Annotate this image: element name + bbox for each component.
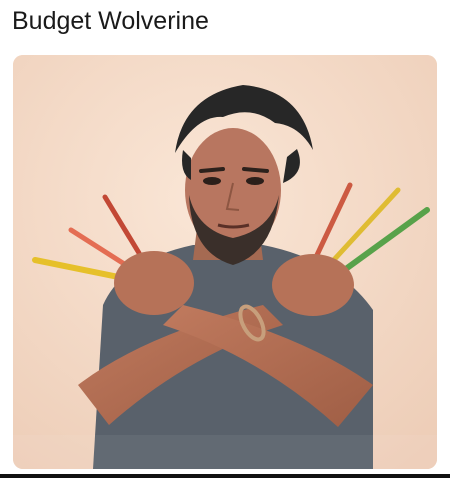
right-eye (246, 177, 264, 185)
left-fist (114, 251, 194, 315)
next-post-edge (0, 474, 450, 478)
meme-photo[interactable] (13, 55, 437, 469)
post-title: Budget Wolverine (12, 7, 209, 35)
right-fist (272, 254, 354, 316)
meme-photo-illustration (13, 55, 437, 469)
left-eye (203, 177, 221, 185)
